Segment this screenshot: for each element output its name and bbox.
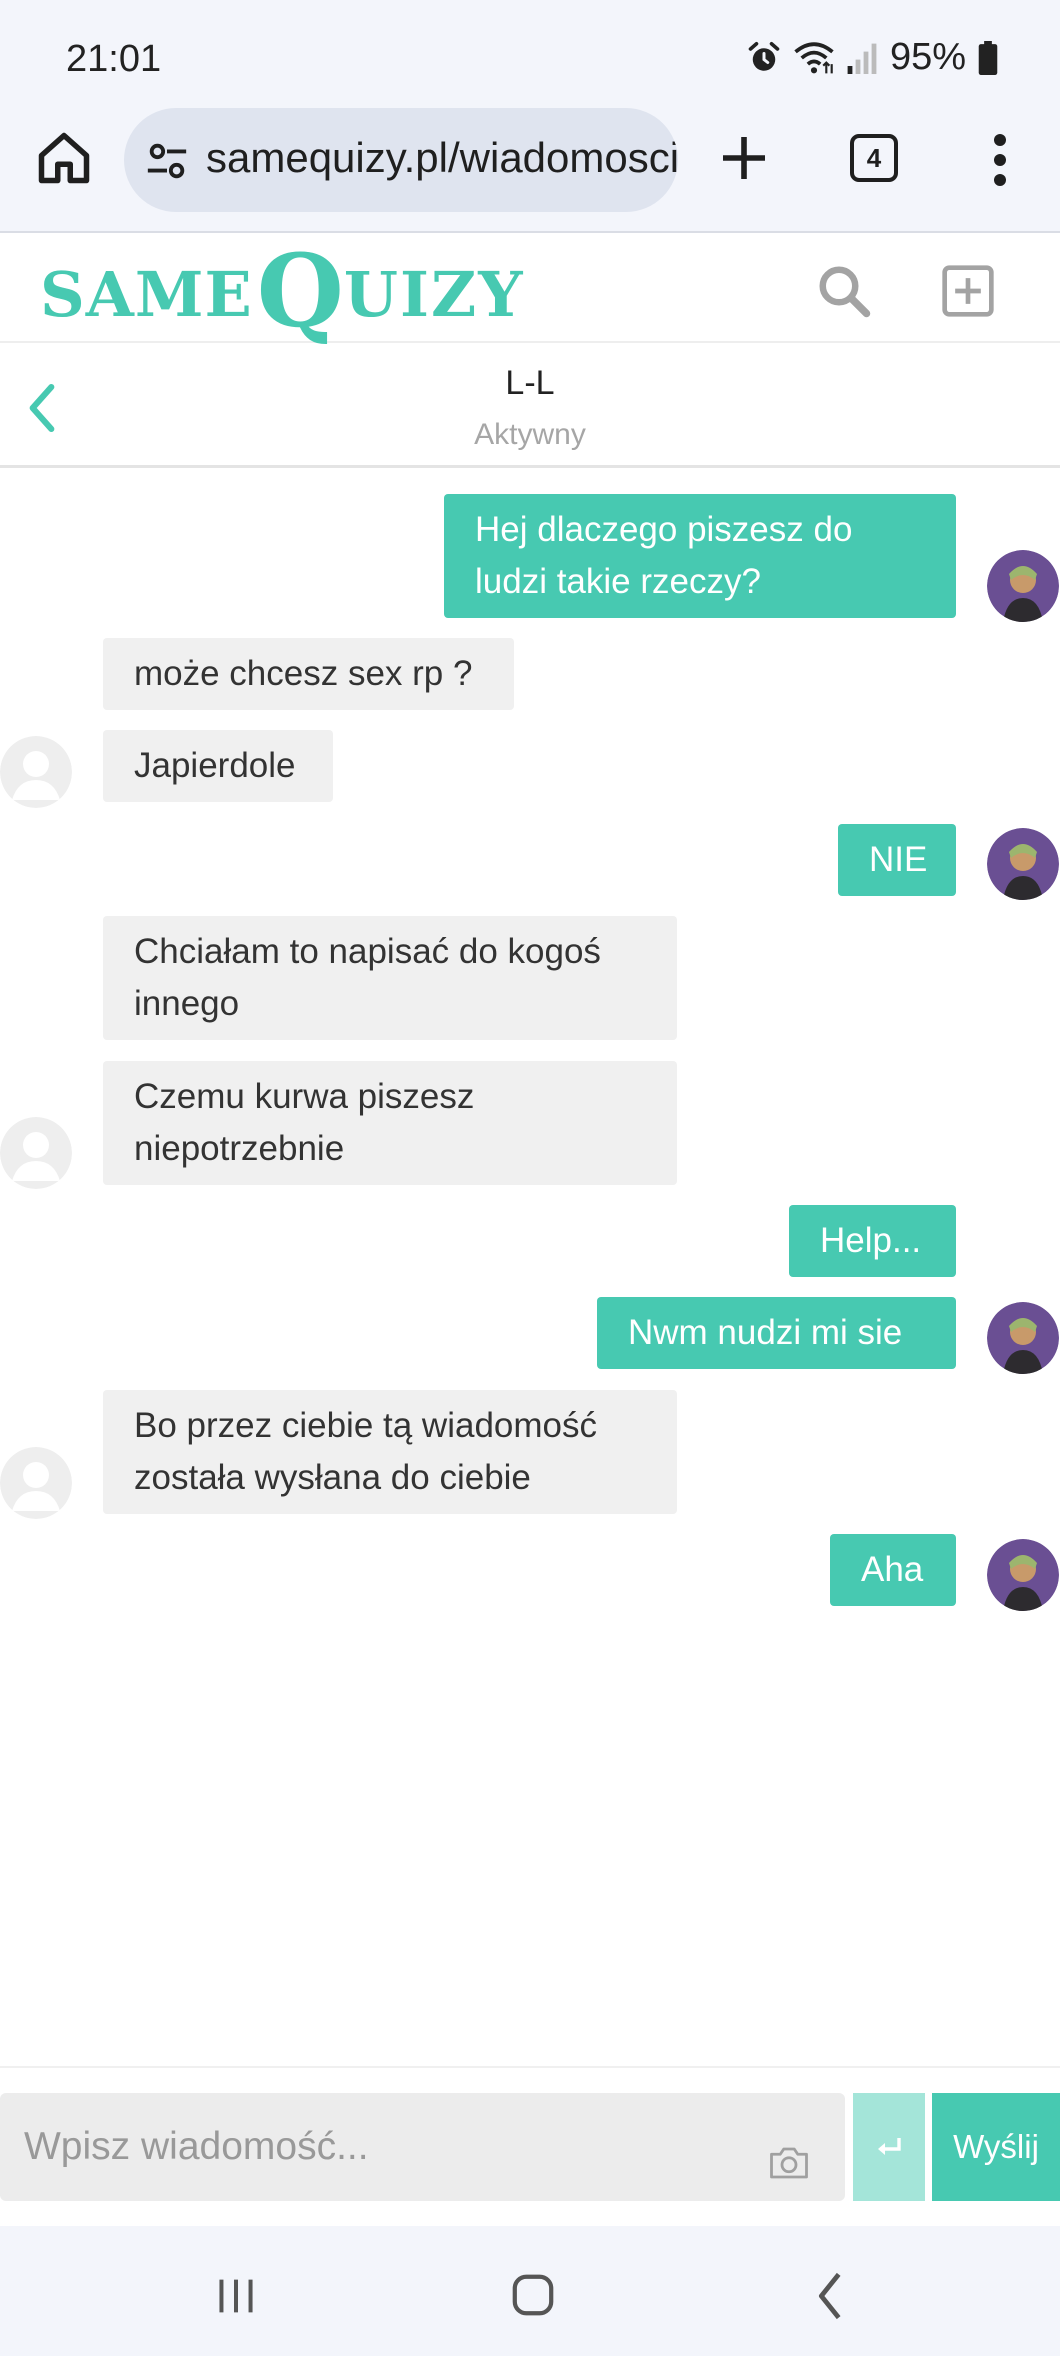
conversation-header: L-L Aktywny [0,344,1060,468]
browser-chrome: 21:01 95% samequizy.pl/wiadomosci 4 [0,0,1060,233]
recent-apps-icon[interactable] [214,2276,258,2316]
browser-toolbar: samequizy.pl/wiadomosci 4 [0,108,1060,212]
avatar[interactable] [0,1447,72,1519]
system-nav-bar [0,2226,1060,2356]
enter-button[interactable] [853,2093,925,2201]
avatar[interactable] [987,828,1059,900]
avatar[interactable] [0,736,72,808]
divider [0,2066,1060,2068]
battery-percentage: 95% [889,36,966,78]
status-time: 21:01 [66,38,162,80]
message-outgoing: NIE [838,824,956,896]
avatar[interactable] [987,1539,1059,1611]
home-icon[interactable] [510,2272,556,2318]
menu-icon[interactable] [980,130,1020,190]
add-quiz-icon[interactable] [940,263,996,319]
message-outgoing: Aha [830,1534,956,1606]
back-icon[interactable] [812,2270,848,2322]
site-settings-icon[interactable] [144,138,190,184]
logo-q: Q [256,232,344,350]
message-outgoing: Help... [789,1205,956,1277]
search-icon[interactable] [814,261,874,321]
send-button[interactable]: Wyślij [932,2093,1060,2201]
message-outgoing: Nwm nudzi mi sie [597,1297,956,1369]
home-icon[interactable] [34,128,94,188]
message-incoming: Czemu kurwa piszesz niepotrzebnie [103,1061,677,1185]
avatar[interactable] [0,1117,72,1189]
message-incoming: Bo przez ciebie tą wiadomość została wys… [103,1390,677,1514]
tab-switcher[interactable]: 4 [850,134,898,182]
status-icons: 95% [746,36,998,79]
signal-icon [847,43,877,74]
url-bar[interactable]: samequizy.pl/wiadomosci [124,108,678,212]
logo-uizy: UIZY [343,258,525,331]
wifi-icon [794,41,834,73]
site-header: SAME Q UIZY [0,233,1060,343]
logo-same: SAME [40,258,253,331]
new-tab-icon[interactable] [716,130,772,186]
conversation-status: Aktywny [474,418,586,451]
battery-icon [978,40,998,75]
message-incoming: Japierdole [103,730,333,802]
samequizy-logo[interactable]: SAME Q UIZY [40,241,524,341]
alarm-icon [748,41,780,71]
avatar[interactable] [987,1302,1059,1374]
avatar[interactable] [987,550,1059,622]
message-composer: Wyślij [0,2093,1060,2203]
enter-icon [878,2138,901,2155]
camera-icon[interactable] [768,2145,810,2181]
message-incoming: Chciałam to napisać do kogoś innego [103,916,677,1040]
conversation-name: L-L [505,364,555,402]
status-bar: 21:01 95% [0,0,1060,110]
message-incoming: może chcesz sex rp ? [103,638,514,710]
message-input[interactable] [0,2093,845,2201]
message-outgoing: Hej dlaczego piszesz do ludzi takie rzec… [444,494,956,618]
url-text[interactable]: samequizy.pl/wiadomosci [206,134,678,182]
